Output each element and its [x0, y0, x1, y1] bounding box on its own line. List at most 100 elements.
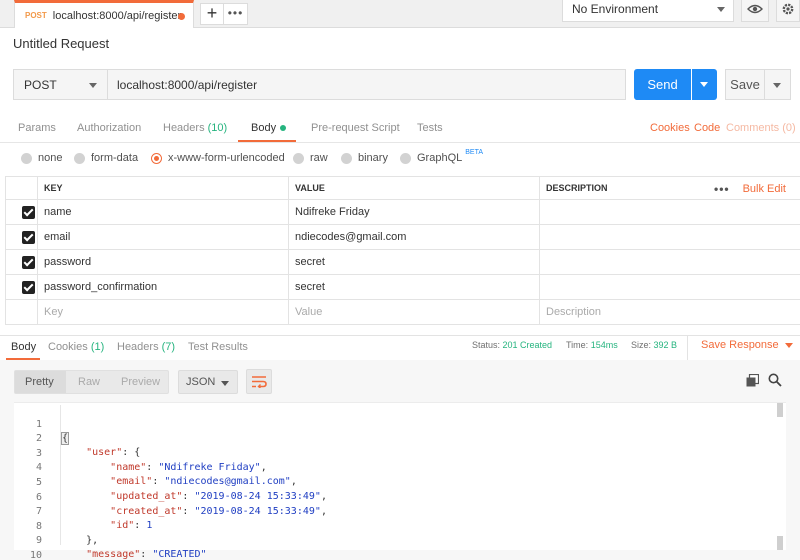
wrap-lines-button[interactable]	[246, 369, 272, 394]
copy-button[interactable]	[746, 373, 760, 390]
size-label: Size:	[631, 340, 652, 350]
tab-body[interactable]: Body	[251, 122, 287, 134]
table-row: email ndiecodes@gmail.com	[5, 224, 800, 250]
status-label: Status:	[472, 340, 501, 350]
comments-link[interactable]: Comments (0)	[726, 122, 796, 134]
view-raw-button[interactable]: Raw	[78, 376, 100, 388]
tab-headers-label: Headers	[163, 122, 205, 134]
chevron-down-icon	[784, 342, 793, 348]
description-cell[interactable]	[539, 249, 800, 275]
key-cell[interactable]: password	[37, 249, 289, 275]
radio-raw[interactable]: raw	[293, 152, 328, 164]
chevron-down-icon	[717, 7, 725, 12]
eye-icon	[747, 4, 763, 14]
body-params-table: KEY VALUE DESCRIPTION ••• Bulk Edit name…	[5, 176, 800, 325]
description-placeholder[interactable]: Description	[539, 299, 800, 325]
scrollbar-thumb[interactable]	[777, 403, 783, 417]
value-placeholder[interactable]: Value	[288, 299, 540, 325]
key-cell[interactable]: name	[37, 199, 289, 225]
request-tabs: Params Authorization Headers (10) Body P…	[0, 115, 800, 142]
time-label: Time:	[566, 340, 589, 350]
radio-circle-icon	[293, 152, 304, 164]
response-tab-cookies-count: (1)	[90, 341, 105, 353]
response-tab-test-results[interactable]: Test Results	[188, 341, 248, 353]
status-value[interactable]: 201 Created	[503, 340, 553, 350]
row-checkbox-cell	[5, 224, 38, 250]
view-pretty-button[interactable]: Pretty	[25, 376, 54, 388]
code-text: "id": 1	[110, 520, 153, 531]
value-cell[interactable]: secret	[288, 249, 540, 275]
bulk-edit-link[interactable]: Bulk Edit	[743, 183, 786, 195]
radio-form-data[interactable]: form-data	[74, 152, 138, 164]
environment-select[interactable]: No Environment	[562, 0, 734, 22]
tab-more-button[interactable]: •••	[224, 3, 248, 25]
gear-icon	[782, 3, 794, 15]
key-placeholder[interactable]: Key	[37, 299, 289, 325]
code-text: "message": "CREATED"	[86, 549, 207, 560]
radio-none[interactable]: none	[21, 152, 62, 164]
radio-urlencoded[interactable]: x-www-form-urlencoded	[151, 152, 285, 164]
code-line: 2 "user": {	[14, 418, 140, 458]
search-button[interactable]	[768, 373, 782, 390]
format-select[interactable]: JSON	[178, 370, 238, 394]
code-line: 8 },	[14, 506, 98, 546]
environment-quick-look-button[interactable]	[741, 0, 769, 22]
value-cell[interactable]: secret	[288, 274, 540, 300]
request-tab[interactable]: POST localhost:8000/api/register	[14, 0, 194, 28]
description-cell[interactable]	[539, 274, 800, 300]
row-checkbox-cell	[5, 274, 38, 300]
send-button[interactable]: Send	[634, 69, 691, 100]
send-options-button[interactable]	[692, 69, 717, 100]
response-tab-body[interactable]: Body	[11, 341, 36, 353]
divider	[0, 142, 800, 143]
radio-circle-icon	[74, 152, 85, 164]
tab-headers[interactable]: Headers (10)	[163, 122, 227, 134]
save-button[interactable]: Save	[725, 69, 765, 100]
key-cell[interactable]: password_confirmation	[37, 274, 289, 300]
save-response-label: Save Response	[701, 339, 779, 351]
method-select-value: POST	[24, 77, 57, 92]
response-body-viewer[interactable]: 1 { 2 "user": { 3 "name": "Ndifreke Frid…	[14, 402, 786, 560]
tab-tests[interactable]: Tests	[417, 122, 443, 134]
table-row: password_confirmation secret	[5, 274, 800, 300]
row-checkbox[interactable]	[22, 205, 35, 219]
size-value[interactable]: 392 B	[654, 340, 678, 350]
request-tab-url: localhost:8000/api/register	[52, 9, 182, 22]
key-cell[interactable]: email	[37, 224, 289, 250]
response-tab-cookies-label: Cookies	[48, 341, 88, 353]
scrollbar-thumb[interactable]	[777, 536, 783, 550]
radio-circle-icon	[341, 152, 352, 164]
save-response-button[interactable]: Save Response	[701, 339, 793, 351]
radio-label: none	[38, 152, 63, 164]
new-tab-button[interactable]: +	[200, 3, 224, 25]
settings-button[interactable]	[776, 0, 800, 22]
code-line: 7 "id": 1	[14, 491, 152, 531]
code-link[interactable]: Code	[694, 122, 720, 134]
column-header-key: KEY	[37, 176, 289, 200]
request-title[interactable]: Untitled Request	[13, 36, 109, 51]
time-value[interactable]: 154ms	[591, 340, 618, 350]
row-checkbox[interactable]	[22, 230, 35, 244]
view-preview-button[interactable]: Preview	[121, 376, 160, 388]
tab-authorization[interactable]: Authorization	[77, 122, 141, 134]
tab-prerequest-script[interactable]: Pre-request Script	[311, 122, 400, 134]
response-tab-headers[interactable]: Headers (7)	[117, 341, 175, 353]
row-checkbox[interactable]	[22, 280, 35, 294]
tab-params[interactable]: Params	[18, 122, 56, 134]
table-more-button[interactable]: •••	[714, 182, 730, 196]
code-line: 9 "message": "CREATED"	[14, 520, 207, 560]
response-tab-cookies[interactable]: Cookies (1)	[48, 341, 104, 353]
cookies-link[interactable]: Cookies	[650, 122, 690, 134]
description-cell[interactable]	[539, 224, 800, 250]
description-cell[interactable]	[539, 199, 800, 225]
radio-binary[interactable]: binary	[341, 152, 388, 164]
code-brace: {	[60, 432, 70, 445]
value-cell[interactable]: Ndifreke Friday	[288, 199, 540, 225]
radio-graphql[interactable]: GraphQL BETA	[400, 149, 483, 164]
row-checkbox[interactable]	[22, 255, 35, 269]
method-select[interactable]: POST	[13, 69, 108, 100]
value-cell[interactable]: ndiecodes@gmail.com	[288, 224, 540, 250]
save-options-button[interactable]	[765, 69, 791, 100]
row-checkbox-cell	[5, 199, 38, 225]
url-input[interactable]	[108, 69, 626, 100]
